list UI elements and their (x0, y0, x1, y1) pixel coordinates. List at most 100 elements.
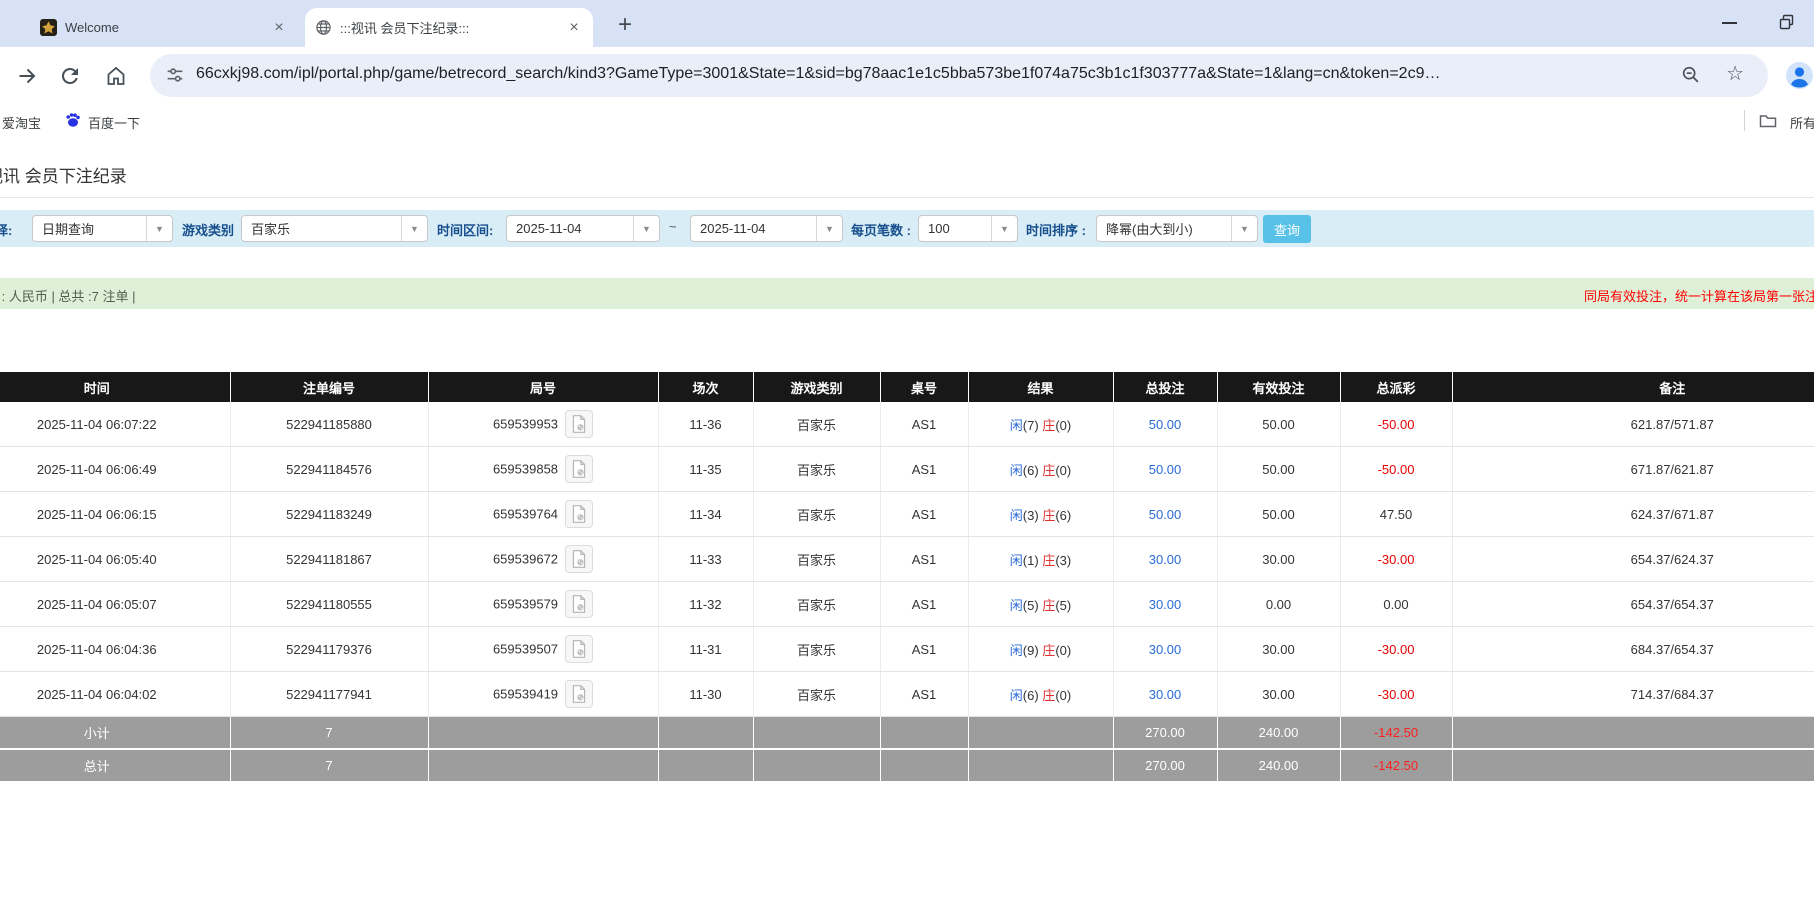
payout-cell: 0.00 (1340, 581, 1453, 627)
result-cell: 闲(6) 庄(0) (968, 446, 1114, 492)
column-header: 总派彩 (1340, 372, 1453, 402)
total-row-valid-bet: 240.00 (1217, 748, 1341, 781)
total-bet-cell: 30.00 (1113, 581, 1218, 627)
result-cell: 闲(6) 庄(0) (968, 671, 1114, 717)
total-bet-cell: 50.00 (1113, 446, 1218, 492)
total-row-empty (658, 748, 754, 781)
sort-select[interactable]: 降幂(由大到小) ▼ (1096, 215, 1258, 242)
round-video-icon[interactable] (565, 635, 594, 663)
table-no-cell: AS1 (880, 491, 969, 537)
total-row-total-bet: 270.00 (1113, 748, 1218, 781)
total-row-empty (753, 748, 881, 781)
game-type-cell: 百家乐 (753, 491, 881, 537)
page-content: 视讯 会员下注纪录 查询选择: 日期查询 ▼ 游戏类别 百家乐 ▼ 时间区间: … (0, 0, 1814, 899)
game-type-label: 游戏类别 (182, 223, 235, 238)
date-from-input[interactable]: 2025-11-04 ▼ (506, 215, 660, 242)
round-cell: 659539764 (428, 491, 659, 537)
subtotal-row-total-bet: 270.00 (1113, 716, 1218, 749)
valid-bet-cell: 30.00 (1217, 671, 1341, 717)
total-row-label: 总计 (0, 748, 231, 781)
date-to-input[interactable]: 2025-11-04 ▼ (690, 215, 843, 242)
column-header: 注单编号 (230, 372, 429, 402)
table-row: 2025-11-04 06:04:36 522941179376 659539507… (0, 626, 1814, 672)
column-header: 局号 (428, 372, 659, 402)
round-video-icon[interactable] (565, 500, 594, 528)
valid-bet-cell: 30.00 (1217, 626, 1341, 672)
game-type-select[interactable]: 百家乐 ▼ (241, 215, 428, 242)
remark-cell: 654.37/654.37 (1452, 581, 1814, 627)
round-video-icon[interactable] (565, 455, 594, 483)
player-result: 闲 (1009, 462, 1023, 478)
round-number: 659539507 (492, 641, 559, 657)
tilde-separator: ~ (669, 219, 677, 234)
player-count: (6) (1022, 687, 1043, 703)
column-header: 有效投注 (1217, 372, 1341, 402)
round-number: 659539953 (492, 416, 559, 432)
player-count: (7) (1022, 417, 1043, 433)
bet-id-cell: 522941179376 (230, 626, 429, 672)
round-video-icon[interactable] (565, 680, 594, 708)
summary-bar: 币别 : 人民币 | 总共 :7 注单 | 同局有效投注，统一计算在该局第一张注… (0, 278, 1814, 309)
page-title: 视讯 会员下注纪录 (0, 167, 127, 186)
game-type-cell: 百家乐 (753, 446, 881, 492)
remark-cell: 714.37/684.37 (1452, 671, 1814, 717)
remark-cell: 621.87/571.87 (1452, 402, 1814, 447)
column-header: 桌号 (880, 372, 969, 402)
round-video-icon[interactable] (565, 590, 594, 618)
column-header: 备注 (1452, 372, 1814, 402)
time-cell: 2025-11-04 06:07:22 (0, 402, 231, 447)
round-number: 659539419 (492, 686, 559, 702)
valid-bet-cell: 50.00 (1217, 402, 1341, 447)
session-cell: 11-35 (658, 446, 754, 492)
player-result: 闲 (1009, 642, 1023, 658)
total-row-empty (428, 748, 659, 781)
banker-count: (6) (1055, 507, 1072, 523)
subtotal-row-empty (753, 716, 881, 749)
table-row: 2025-11-04 06:04:02 522941177941 659539419… (0, 671, 1814, 717)
round-cell: 659539579 (428, 581, 659, 627)
time-cell: 2025-11-04 06:06:49 (0, 446, 231, 492)
payout-cell: 47.50 (1340, 491, 1453, 537)
per-page-select[interactable]: 100 ▼ (918, 215, 1018, 242)
time-cell: 2025-11-04 06:06:15 (0, 491, 231, 537)
game-type-cell: 百家乐 (753, 536, 881, 582)
payout-cell: -50.00 (1340, 402, 1453, 447)
table-row: 2025-11-04 06:05:07 522941180555 659539579… (0, 581, 1814, 627)
table-no-cell: AS1 (880, 402, 969, 447)
query-select-label: 查询选择: (0, 223, 13, 238)
result-cell: 闲(5) 庄(5) (968, 581, 1114, 627)
game-type-cell: 百家乐 (753, 626, 881, 672)
bet-id-cell: 522941183249 (230, 491, 429, 537)
table-no-cell: AS1 (880, 671, 969, 717)
banker-result: 庄 (1042, 507, 1056, 523)
subtotal-row-empty (658, 716, 754, 749)
sort-label: 时间排序 : (1026, 223, 1086, 238)
remark-cell: 624.37/671.87 (1452, 491, 1814, 537)
chevron-down-icon: ▼ (633, 216, 659, 241)
payout-cell: -30.00 (1340, 626, 1453, 672)
time-range-label: 时间区间: (437, 223, 494, 238)
player-count: (6) (1022, 462, 1043, 478)
time-cell: 2025-11-04 06:04:36 (0, 626, 231, 672)
subtotal-row-label: 小计 (0, 716, 231, 749)
banker-result: 庄 (1042, 552, 1056, 568)
round-video-icon[interactable] (565, 545, 594, 573)
time-cell: 2025-11-04 06:04:02 (0, 671, 231, 717)
remark-cell: 671.87/621.87 (1452, 446, 1814, 492)
table-row: 2025-11-04 06:06:49 522941184576 659539858… (0, 446, 1814, 492)
round-video-icon[interactable] (565, 410, 594, 438)
round-number: 659539672 (492, 551, 559, 567)
valid-bet-cell: 0.00 (1217, 581, 1341, 627)
chevron-down-icon: ▼ (146, 216, 172, 241)
total-bet-cell: 30.00 (1113, 626, 1218, 672)
round-cell: 659539953 (428, 402, 659, 447)
search-button[interactable]: 查询 (1263, 215, 1311, 243)
total-bet-cell: 50.00 (1113, 402, 1218, 447)
bet-id-cell: 522941181867 (230, 536, 429, 582)
subtotal-row-remark (1452, 716, 1814, 749)
filter-bar: 查询选择: 日期查询 ▼ 游戏类别 百家乐 ▼ 时间区间: 2025-11-04… (0, 210, 1814, 247)
subtotal-row: 小计 7 270.00 240.00 -142.50 (0, 716, 1814, 749)
subtotal-row-valid-bet: 240.00 (1217, 716, 1341, 749)
player-result: 闲 (1009, 552, 1023, 568)
query-type-select[interactable]: 日期查询 ▼ (32, 215, 173, 242)
